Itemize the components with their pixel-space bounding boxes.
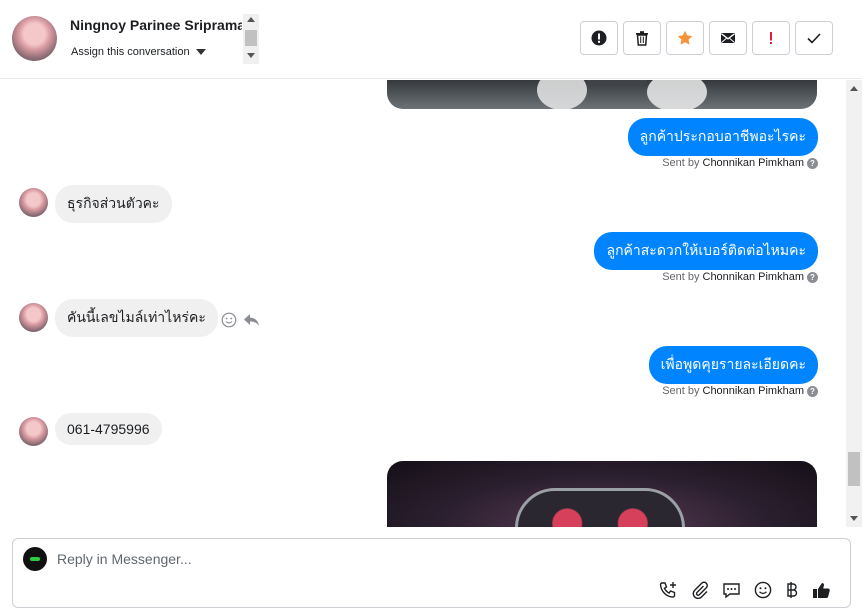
exclamation-circle-icon: [591, 30, 607, 46]
outgoing-message[interactable]: เพื่อพูดคุยรายละเอียดคะ: [648, 346, 818, 384]
sent-by-label: Sent by Chonnikan Pimkham ?: [662, 271, 818, 283]
react-emoji-icon[interactable]: [221, 312, 237, 328]
baht-icon[interactable]: [785, 581, 799, 599]
reply-arrow-icon[interactable]: [243, 312, 260, 328]
follow-up-button[interactable]: [752, 21, 790, 55]
conversation-header: Ningnoy Parinee Sripramai Assign this co…: [0, 0, 862, 79]
composer-tools: [659, 581, 831, 599]
sent-by-label: Sent by Chonnikan Pimkham ?: [662, 385, 818, 397]
sent-by-prefix: Sent by: [662, 271, 700, 283]
seat-shape: [537, 80, 587, 109]
incoming-message[interactable]: ธุรกิจส่วนตัวคะ: [55, 185, 172, 223]
mark-unread-button[interactable]: [709, 21, 747, 55]
console-shape: [587, 80, 647, 85]
envelope-icon: [721, 33, 735, 43]
scroll-down-arrow-icon[interactable]: [850, 516, 858, 521]
help-icon[interactable]: ?: [807, 385, 818, 397]
trash-icon: [636, 31, 648, 46]
scroll-up-arrow-icon[interactable]: [850, 86, 858, 91]
attachment-icon[interactable]: [691, 581, 709, 599]
mark-spam-button[interactable]: [580, 21, 618, 55]
delete-button[interactable]: [623, 21, 661, 55]
assign-conversation-dropdown[interactable]: Assign this conversation: [71, 46, 206, 58]
attachment-image[interactable]: [387, 80, 817, 109]
header-scrollbar[interactable]: [243, 14, 259, 64]
sent-by-prefix: Sent by: [662, 385, 700, 397]
page-avatar: [23, 547, 47, 571]
reply-composer: [12, 538, 851, 608]
sent-by-prefix: Sent by: [662, 157, 700, 169]
star-icon: [677, 30, 693, 45]
outgoing-message[interactable]: ลูกค้าสะดวกให้เบอร์ติดต่อไหมคะ: [594, 232, 818, 270]
caret-down-icon: [195, 49, 206, 55]
scroll-up-arrow-icon[interactable]: [247, 17, 255, 22]
mark-done-button[interactable]: [795, 21, 833, 55]
contact-name[interactable]: Ningnoy Parinee Sripramai: [70, 17, 242, 33]
outgoing-message[interactable]: ลูกค้าประกอบอาชีพอะไรคะ: [627, 118, 818, 156]
contact-avatar[interactable]: [19, 417, 48, 446]
help-icon[interactable]: ?: [807, 271, 818, 283]
message-thread[interactable]: ลูกค้าประกอบอาชีพอะไรคะ Sent by Chonnika…: [0, 80, 846, 527]
exclamation-icon: [770, 32, 772, 44]
message-hover-actions: [221, 312, 260, 328]
help-icon[interactable]: ?: [807, 157, 818, 169]
sender-name[interactable]: Chonnikan Pimkham: [703, 271, 805, 283]
thread-scrollbar[interactable]: [846, 80, 862, 527]
call-icon[interactable]: [659, 581, 678, 599]
incoming-message[interactable]: 061-4795996: [55, 413, 162, 445]
incoming-message[interactable]: คันนี้เลขไมล์เท่าไหร่คะ: [55, 299, 218, 337]
thumbs-up-icon[interactable]: [812, 581, 831, 599]
scroll-thumb[interactable]: [848, 452, 860, 486]
sender-name[interactable]: Chonnikan Pimkham: [703, 385, 805, 397]
check-icon: [807, 33, 821, 44]
dashboard-gauge-shape: [515, 488, 685, 527]
star-button[interactable]: [666, 21, 704, 55]
sent-by-label: Sent by Chonnikan Pimkham ?: [662, 157, 818, 169]
scroll-thumb[interactable]: [245, 30, 257, 46]
contact-avatar[interactable]: [19, 188, 48, 217]
emoji-icon[interactable]: [754, 581, 772, 599]
saved-reply-icon[interactable]: [722, 581, 741, 599]
reply-input[interactable]: [57, 551, 817, 567]
scroll-down-arrow-icon[interactable]: [247, 53, 255, 58]
contact-avatar[interactable]: [19, 303, 48, 332]
seat-shape: [647, 80, 707, 109]
conversation-actions: [580, 21, 833, 55]
contact-avatar[interactable]: [12, 16, 57, 61]
attachment-image[interactable]: [387, 461, 817, 527]
assign-label: Assign this conversation: [71, 46, 190, 58]
sender-name[interactable]: Chonnikan Pimkham: [703, 157, 805, 169]
